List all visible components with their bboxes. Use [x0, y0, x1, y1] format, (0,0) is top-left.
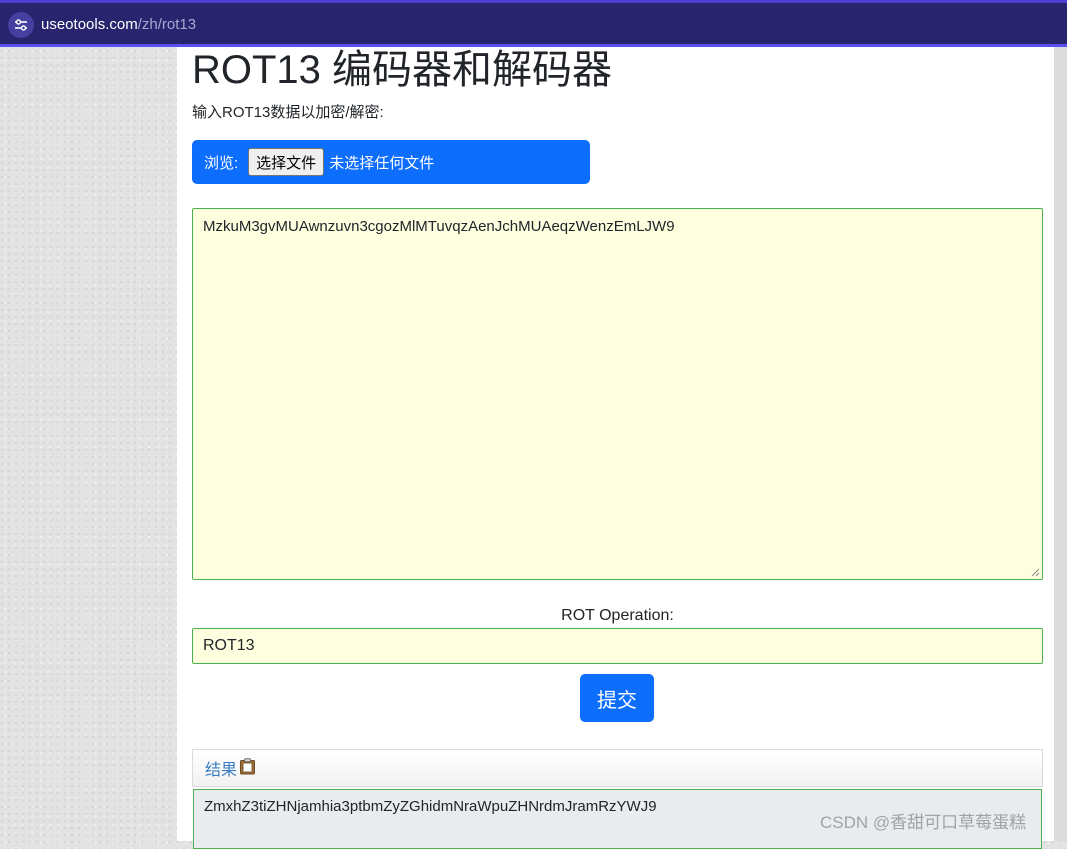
url-field[interactable]: useotools.com/zh/rot13: [41, 14, 196, 36]
result-label: 结果: [205, 762, 238, 779]
resize-grip-icon[interactable]: [1031, 568, 1040, 577]
browser-address-bar: useotools.com/zh/rot13: [0, 0, 1067, 47]
submit-button[interactable]: 提交: [580, 674, 654, 722]
rot-operation-value: ROT13: [203, 637, 255, 654]
rot-operation-select[interactable]: ROT13: [192, 628, 1043, 664]
input-text: MzkuM3gvMUAwnzuvn3cgozMlMTuvqzAenJchMUAe…: [203, 218, 675, 235]
url-path: /zh/rot13: [137, 16, 197, 33]
page-title: ROT13 编码器和解码器: [192, 48, 613, 92]
no-file-text: 未选择任何文件: [329, 154, 435, 172]
choose-file-button[interactable]: 选择文件: [248, 148, 325, 176]
page-scroll-gutter[interactable]: [1054, 47, 1067, 841]
browse-label: 浏览:: [204, 154, 239, 172]
rot-operation-label: ROT Operation:: [561, 607, 674, 624]
result-text: ZmxhZ3tiZHNjamhia3ptbmZyZGhidmNraWpuZHNr…: [204, 798, 657, 815]
page-subtitle: 输入ROT13数据以加密/解密:: [192, 104, 384, 121]
input-textarea[interactable]: MzkuM3gvMUAwnzuvn3cgozMlMTuvqzAenJchMUAe…: [192, 208, 1043, 580]
url-host: useotools.com: [41, 16, 138, 33]
site-settings-icon[interactable]: [8, 12, 34, 38]
watermark-text: CSDN @香甜可口草莓蛋糕: [820, 813, 1027, 832]
result-header: 结果: [192, 749, 1043, 787]
file-upload-area: 浏览: 选择文件 未选择任何文件: [192, 140, 590, 184]
clipboard-icon[interactable]: [239, 757, 256, 779]
